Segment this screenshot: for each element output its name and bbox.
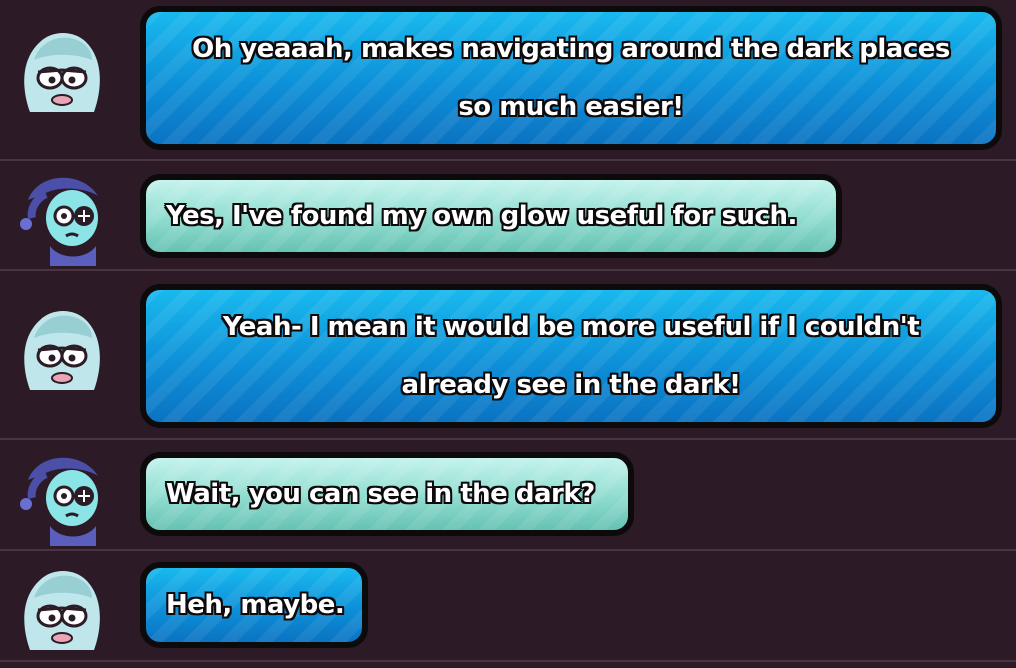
message-divider bbox=[0, 660, 1016, 662]
ghost-girl-avatar-icon bbox=[12, 20, 112, 120]
ghost-girl-avatar-icon bbox=[12, 298, 112, 398]
message-bubble-2: Yes, I've found my own glow useful for s… bbox=[140, 174, 842, 258]
message-bubble-4: Wait, you can see in the dark? bbox=[140, 452, 634, 536]
message-bubble-5: Heh, maybe. bbox=[140, 562, 368, 648]
message-divider bbox=[0, 269, 1016, 271]
message-line: so much easier! bbox=[458, 92, 684, 122]
message-line: Heh, maybe. bbox=[166, 590, 345, 620]
message-divider bbox=[0, 438, 1016, 440]
message-bubble-3: Yeah- I mean it would be more useful if … bbox=[140, 284, 1002, 428]
message-line: Yes, I've found my own glow useful for s… bbox=[166, 201, 797, 231]
message-bubble-1: Oh yeaaah, makes navigating around the d… bbox=[140, 6, 1002, 150]
message-line: Oh yeaaah, makes navigating around the d… bbox=[192, 34, 950, 64]
nightcap-creature-avatar-icon bbox=[12, 446, 112, 546]
message-divider bbox=[0, 159, 1016, 161]
message-line: Wait, you can see in the dark? bbox=[166, 479, 595, 509]
nightcap-creature-avatar-icon bbox=[12, 166, 112, 266]
message-divider bbox=[0, 549, 1016, 551]
message-line: Yeah- I mean it would be more useful if … bbox=[222, 312, 920, 342]
message-line: already see in the dark! bbox=[401, 370, 741, 400]
ghost-girl-avatar-icon bbox=[12, 558, 112, 658]
chat-log: Oh yeaaah, makes navigating around the d… bbox=[0, 0, 1016, 668]
